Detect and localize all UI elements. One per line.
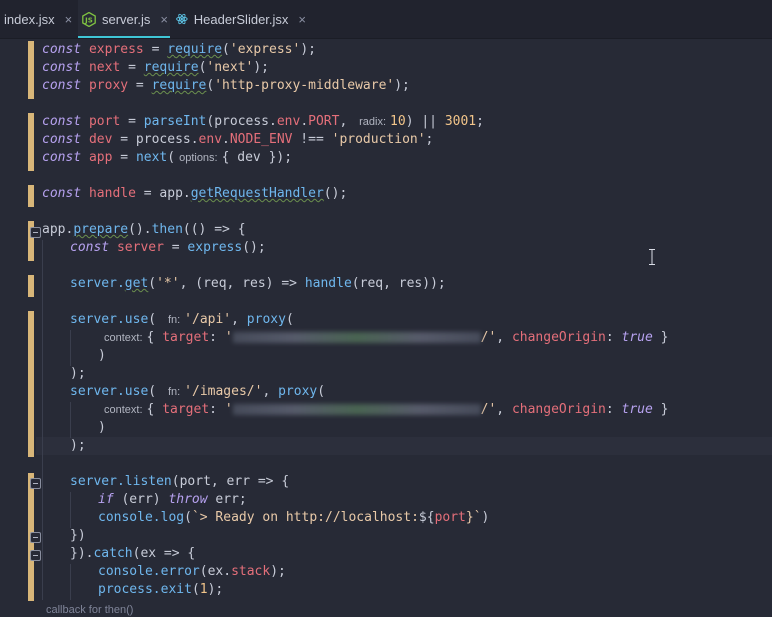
code-line: const app = next(options:{ dev });	[42, 150, 293, 165]
code-line: const dev = process.env.NODE_ENV !== 'pr…	[42, 132, 434, 147]
code-line: const next = require('next');	[42, 60, 270, 75]
fold-marker[interactable]	[30, 227, 41, 238]
indent-guide	[70, 492, 71, 528]
close-icon[interactable]: ×	[65, 12, 73, 27]
tab-index-jsx[interactable]: index.jsx ×	[0, 0, 72, 38]
code-line: server.use( fn: '/images/', proxy(	[70, 384, 326, 399]
code-line: )	[98, 348, 106, 363]
code-line: server.get('*', (req, res) => handle(req…	[70, 276, 446, 291]
code-line: )	[98, 420, 106, 435]
code-line: );	[70, 366, 86, 381]
code-line: );	[70, 438, 86, 453]
redacted-url	[232, 404, 481, 415]
tab-label: HeaderSlider.jsx	[193, 11, 289, 27]
code-line: }).catch(ex => {	[70, 546, 196, 561]
code-line: })	[70, 528, 86, 543]
nodejs-icon: JS	[82, 11, 96, 27]
code-line: context:{ target: '/', changeOrigin: tru…	[100, 329, 669, 347]
code-line: console.log(`> Ready on http://localhost…	[98, 510, 490, 525]
close-icon[interactable]: ×	[298, 12, 306, 27]
parameter-hint: fn:	[167, 314, 181, 326]
tab-label: index.jsx	[4, 11, 55, 27]
indent-guide	[70, 402, 71, 438]
current-line-highlight	[36, 437, 772, 455]
indent-guide	[70, 330, 71, 366]
tab-headerslider-jsx[interactable]: HeaderSlider.jsx ×	[176, 0, 306, 38]
code-editor[interactable]: const express = require('express'); cons…	[0, 0, 772, 617]
breadcrumb-hint: callback for then()	[46, 604, 134, 616]
parameter-hint: radix:	[359, 116, 387, 128]
parameter-hint: fn:	[167, 386, 181, 398]
parameter-hint: context:	[104, 332, 143, 344]
code-line: const handle = app.getRequestHandler();	[42, 186, 348, 201]
code-line: const proxy = require('http-proxy-middle…	[42, 78, 410, 93]
redacted-url	[232, 332, 481, 343]
close-icon[interactable]: ×	[160, 12, 168, 27]
code-line: if (err) throw err;	[98, 492, 247, 507]
code-line: console.error(ex.stack);	[98, 564, 286, 579]
tab-server-js[interactable]: JS server.js ×	[78, 0, 170, 38]
tab-label: server.js	[102, 11, 151, 27]
parameter-hint: options:	[179, 152, 218, 164]
indent-guide	[70, 564, 71, 600]
code-line: const port = parseInt(process.env.PORT, …	[42, 114, 484, 129]
text-cursor-icon	[649, 249, 655, 265]
code-line: server.listen(port, err => {	[70, 474, 290, 489]
editor-tab-bar: index.jsx × JS server.js × HeaderSlider.…	[0, 0, 772, 39]
code-line: const express = require('express');	[42, 42, 316, 57]
code-line: context:{ target: '/', changeOrigin: tru…	[100, 401, 669, 419]
code-line: server.use( fn: '/api', proxy(	[70, 312, 294, 327]
code-line: process.exit(1);	[98, 582, 224, 597]
react-icon	[176, 13, 188, 25]
svg-text:JS: JS	[84, 16, 93, 24]
indent-guide	[42, 240, 43, 600]
code-line: const server = express();	[70, 240, 266, 255]
code-line: app.prepare().then(() => {	[42, 222, 246, 237]
fold-marker[interactable]	[30, 532, 41, 543]
fold-marker[interactable]	[30, 550, 41, 561]
fold-marker[interactable]	[30, 478, 41, 489]
parameter-hint: context:	[104, 404, 143, 416]
